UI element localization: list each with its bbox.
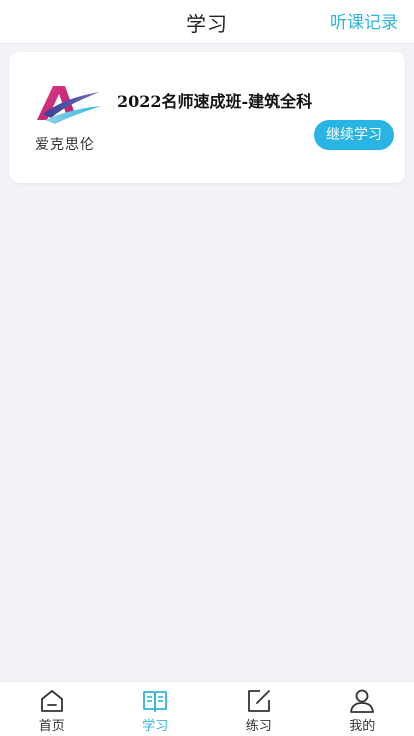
tab-home[interactable]: 首页	[0, 682, 104, 736]
book-icon	[143, 691, 168, 712]
logo-brand-text: 爱克思伦	[35, 137, 95, 153]
continue-learning-button[interactable]: 继续学习	[314, 120, 394, 150]
listening-record-link[interactable]: 听课记录	[330, 8, 398, 33]
top-nav-bar: 学习 听课记录	[0, 0, 414, 44]
tab-mine-label: 我的	[349, 719, 376, 734]
home-icon	[40, 690, 63, 712]
tab-mine[interactable]: 我的	[311, 682, 414, 736]
tab-practice-label: 练习	[245, 719, 272, 734]
user-icon	[350, 689, 375, 713]
course-logo: 爱克思伦	[27, 80, 111, 158]
bottom-tab-bar: 首页 学习 练习 我的	[0, 681, 414, 736]
tab-practice[interactable]: 练习	[207, 682, 311, 736]
tab-study-label: 学习	[142, 719, 169, 734]
course-title: 2022名师速成班-建筑全科	[117, 92, 313, 111]
brand-logo-icon	[37, 86, 101, 124]
tab-study[interactable]: 学习	[104, 682, 208, 736]
tab-home-label: 首页	[38, 719, 65, 734]
course-list: 爱克思伦 2022名师速成班-建筑全科 继续学习	[0, 44, 414, 681]
edit-icon	[247, 690, 270, 712]
course-card[interactable]: 爱克思伦 2022名师速成班-建筑全科 继续学习	[9, 52, 405, 183]
